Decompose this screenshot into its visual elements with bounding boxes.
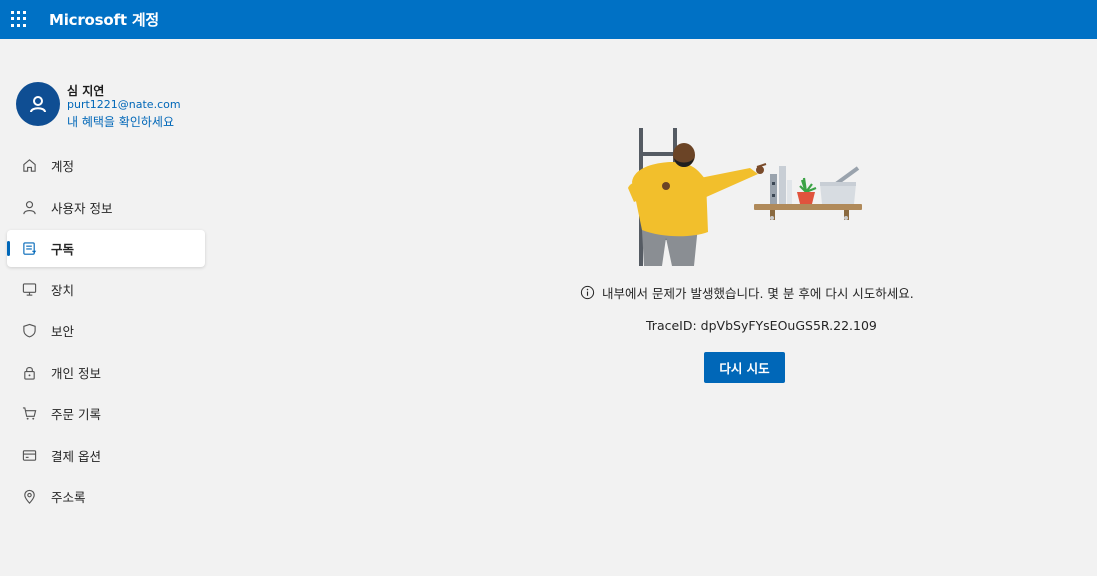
nav-item-label: 주문 기록 xyxy=(51,407,101,423)
nav-item-label: 계정 xyxy=(51,159,75,175)
trace-id: TraceID: dpVbSyFYsEOuGS5R.22.109 xyxy=(646,318,877,333)
lock-icon xyxy=(21,364,37,380)
cart-icon xyxy=(21,406,37,422)
top-bar: Microsoft 계정 xyxy=(0,0,1097,39)
nav-item-label: 주소록 xyxy=(51,489,86,505)
person-icon xyxy=(30,96,46,113)
decor-box xyxy=(820,166,860,204)
person-figure xyxy=(628,143,767,266)
nav-item-account[interactable]: 계정 xyxy=(7,145,205,186)
nav-item-privacy[interactable]: 개인 정보 xyxy=(7,352,205,393)
benefits-link[interactable]: 내 혜택을 확인하세요 xyxy=(67,113,174,130)
nav-item-label: 결제 옵션 xyxy=(51,448,101,464)
retry-button[interactable]: 다시 시도 xyxy=(704,352,785,383)
trace-text: TraceID: dpVbSyFYsEOuGS5R.22.109 xyxy=(646,318,877,333)
nav-item-label: 구독 xyxy=(51,241,75,257)
nav-item-payment-options[interactable]: 결제 옵션 xyxy=(7,434,205,475)
nav-item-address-book[interactable]: 주소록 xyxy=(7,476,205,517)
avatar[interactable] xyxy=(16,82,60,126)
app-launcher-icon[interactable] xyxy=(11,11,27,27)
nav-item-devices[interactable]: 장치 xyxy=(7,269,205,310)
credit-card-icon xyxy=(21,447,37,463)
nav-item-order-history[interactable]: 주문 기록 xyxy=(7,393,205,434)
nav-item-subscriptions[interactable]: 구독 xyxy=(7,229,205,267)
nav-item-label: 개인 정보 xyxy=(51,365,101,381)
person-icon xyxy=(21,199,37,215)
error-text: 내부에서 문제가 발생했습니다. 몇 분 후에 다시 시도하세요. xyxy=(602,286,914,301)
shelf xyxy=(754,204,862,220)
location-pin-icon xyxy=(21,488,37,504)
books xyxy=(770,166,792,204)
nav-item-label: 장치 xyxy=(51,282,75,298)
error-message: 내부에서 문제가 발생했습니다. 몇 분 후에 다시 시도하세요. xyxy=(580,283,940,302)
nav-item-label: 사용자 정보 xyxy=(51,200,113,216)
nav-item-security[interactable]: 보안 xyxy=(7,310,205,351)
plant xyxy=(797,177,817,204)
shield-icon xyxy=(21,323,37,339)
nav-item-user-info[interactable]: 사용자 정보 xyxy=(7,186,205,227)
side-nav: 계정 사용자 정보 구독 장치 보안 개인 정보 주문 기록 결제 옵션 주소록 xyxy=(7,145,205,517)
info-icon xyxy=(580,285,595,300)
home-icon xyxy=(21,158,37,174)
brand-title[interactable]: Microsoft 계정 xyxy=(49,9,159,30)
error-illustration xyxy=(628,128,862,266)
monitor-icon xyxy=(21,281,37,297)
nav-item-label: 보안 xyxy=(51,324,75,340)
profile-email: purt1221@nate.com xyxy=(67,98,181,111)
subscription-icon xyxy=(21,240,37,256)
profile-name: 심 지연 xyxy=(67,84,105,98)
